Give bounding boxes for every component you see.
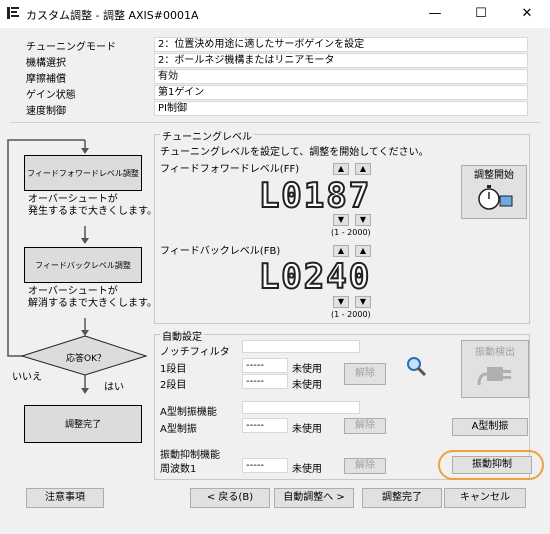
info-value-gain: 第1ゲイン xyxy=(154,85,528,100)
auto-tune-next-button[interactable]: 自動調整へ > xyxy=(274,488,354,508)
flow-note-1: オーバーシュートが 発生するまで大きくします。 xyxy=(28,194,157,217)
atype-release-button[interactable]: 解除 xyxy=(344,418,386,434)
flow-yes-label: はい xyxy=(104,382,124,393)
frequency1-value: ----- xyxy=(242,458,288,473)
fb-down-coarse-button[interactable]: ▼ xyxy=(333,296,349,308)
fb-level-display: L0240 xyxy=(258,256,372,298)
vibration-detect-button[interactable]: 振動検出 xyxy=(461,340,529,398)
atype-row-label: A型制振 xyxy=(160,424,197,435)
notes-button[interactable]: 注意事項 xyxy=(26,488,104,508)
auto-group-title: 自動設定 xyxy=(160,328,204,343)
frequency1-label: 周波数1 xyxy=(160,464,197,475)
fb-label: フィードバックレベル(FB) xyxy=(160,246,281,257)
flow-decision: 応答OK？ xyxy=(66,354,106,364)
stage1-label: 1段目 xyxy=(160,364,187,375)
ff-level-display: L0187 xyxy=(258,175,372,217)
suppression-title: 振動抑制機能 xyxy=(160,450,220,461)
section-divider xyxy=(10,122,540,123)
atype-status: 未使用 xyxy=(292,424,322,435)
highlight-ellipse xyxy=(438,450,544,480)
flow-no-label: いいえ xyxy=(12,372,42,383)
ff-up-fine-button[interactable]: ▲ xyxy=(355,163,371,175)
atype-blank-box xyxy=(242,401,360,414)
cancel-button[interactable]: キャンセル xyxy=(444,488,526,508)
stage2-status: 未使用 xyxy=(292,380,322,391)
atype-damping-button[interactable]: A型制振 xyxy=(452,418,528,436)
fb-down-fine-button[interactable]: ▼ xyxy=(355,296,371,308)
window-title: カスタム調整 - 調整 AXIS#0001A xyxy=(26,9,199,22)
start-tuning-label: 調整開始 xyxy=(474,170,514,181)
plug-icon xyxy=(477,367,511,386)
info-label-gain: ゲイン状態 xyxy=(26,90,76,101)
ff-label: フィードフォワードレベル(FF) xyxy=(160,164,300,175)
fb-up-coarse-button[interactable]: ▲ xyxy=(333,245,349,257)
magnifier-icon xyxy=(407,357,427,377)
maximize-button[interactable]: ☐ xyxy=(458,0,504,28)
flow-step-feedforward: フィードフォワードレベル調整 xyxy=(24,155,142,191)
info-label-mechanism: 機構選択 xyxy=(26,58,66,69)
notch-blank-box xyxy=(242,340,360,353)
info-label-mode: チューニングモード xyxy=(26,42,116,53)
stopwatch-icon xyxy=(478,185,513,210)
flow-step-feedback: フィードバックレベル調整 xyxy=(24,247,142,283)
tuning-instruction: チューニングレベルを設定して、調整を開始してください。 xyxy=(160,147,429,158)
fb-up-fine-button[interactable]: ▲ xyxy=(355,245,371,257)
ff-down-fine-button[interactable]: ▼ xyxy=(355,214,371,226)
ff-down-coarse-button[interactable]: ▼ xyxy=(333,214,349,226)
back-button[interactable]: < 戻る(B) xyxy=(190,488,270,508)
notch-filter-label: ノッチフィルタ xyxy=(160,347,230,358)
minimize-button[interactable]: — xyxy=(412,0,458,28)
vibration-detect-label: 振動検出 xyxy=(475,347,515,358)
close-button[interactable]: ✕ xyxy=(504,0,550,28)
info-label-speed: 速度制御 xyxy=(26,106,66,117)
info-value-mechanism: 2：ボールネジ機構またはリニアモータ xyxy=(154,53,528,68)
stage1-value: ----- xyxy=(242,358,288,373)
frequency1-status: 未使用 xyxy=(292,464,322,475)
atype-title: A型制振機能 xyxy=(160,407,217,418)
fb-range: (1 - 2000) xyxy=(331,310,371,319)
start-tuning-button[interactable]: 調整開始 xyxy=(461,165,527,219)
notch-release-button[interactable]: 解除 xyxy=(344,363,386,385)
atype-value: ----- xyxy=(242,418,288,433)
complete-button[interactable]: 調整完了 xyxy=(362,488,442,508)
flow-note-2: オーバーシュートが 解消するまで大きくします。 xyxy=(28,286,157,309)
flow-step-done: 調整完了 xyxy=(24,405,142,443)
ff-range: (1 - 2000) xyxy=(331,228,371,237)
info-value-friction: 有効 xyxy=(154,69,528,84)
stage2-label: 2段目 xyxy=(160,380,187,391)
app-icon xyxy=(7,7,19,19)
ff-up-coarse-button[interactable]: ▲ xyxy=(333,163,349,175)
stage2-value: ----- xyxy=(242,374,288,389)
info-value-speed: PI制御 xyxy=(154,101,528,116)
stage1-status: 未使用 xyxy=(292,364,322,375)
tuning-group-title: チューニングレベル xyxy=(160,128,254,143)
info-label-friction: 摩擦補償 xyxy=(26,74,66,85)
suppression-release-button[interactable]: 解除 xyxy=(344,458,386,474)
info-value-mode: 2：位置決め用途に適したサーボゲインを設定 xyxy=(154,37,528,52)
